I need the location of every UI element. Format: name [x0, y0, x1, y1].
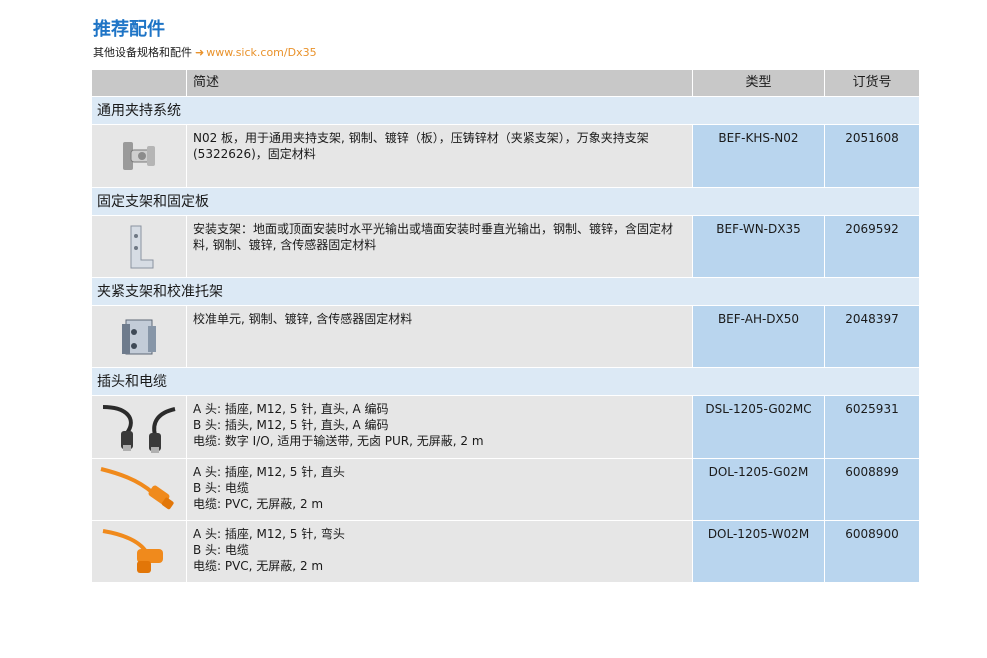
header-type: 类型 [692, 70, 824, 96]
item-description: 校准单元, 钢制、镀锌, 含传感器固定材料 [186, 305, 692, 367]
section-label: 夹紧支架和校准托架 [92, 277, 919, 305]
website-link[interactable]: www.sick.com/Dx35 [206, 46, 316, 59]
table-header-row: 简述 类型 订货号 [92, 70, 919, 96]
header-description: 简述 [186, 70, 692, 96]
item-description: A 头: 插座, M12, 5 针, 弯头 B 头: 电缆 电缆: PVC, 无… [186, 520, 692, 582]
item-type: BEF-AH-DX50 [692, 305, 824, 367]
header-image-cell [92, 70, 186, 96]
orange-straight-cable-image [92, 458, 186, 520]
table-row: A 头: 插座, M12, 5 针, 弯头 B 头: 电缆 电缆: PVC, 无… [92, 520, 919, 582]
section-row: 通用夹持系统 [92, 96, 919, 124]
desc-line: 电缆: 数字 I/O, 适用于输送带, 无卤 PUR, 无屏蔽, 2 m [193, 434, 484, 448]
item-description: 安装支架：地面或顶面安装时水平光输出或墙面安装时垂直光输出，钢制、镀锌，含固定材… [186, 215, 692, 277]
item-description: N02 板，用于通用夹持支架, 钢制、镀锌（板），压铸锌材（夹紧支架），万象夹持… [186, 124, 692, 187]
table-row: 安装支架：地面或顶面安装时水平光输出或墙面安装时垂直光输出，钢制、镀锌，含固定材… [92, 215, 919, 277]
subtitle: 其他设备规格和配件 ➜ www.sick.com/Dx35 [93, 45, 317, 60]
orange-angled-cable-image [92, 520, 186, 582]
item-type: BEF-WN-DX35 [692, 215, 824, 277]
table-row: N02 板，用于通用夹持支架, 钢制、镀锌（板），压铸锌材（夹紧支架），万象夹持… [92, 124, 919, 187]
item-description: A 头: 插座, M12, 5 针, 直头, A 编码 B 头: 插头, M12… [186, 395, 692, 458]
table-row: A 头: 插座, M12, 5 针, 直头 B 头: 电缆 电缆: PVC, 无… [92, 458, 919, 520]
desc-line: B 头: 电缆 [193, 481, 249, 495]
desc-line: A 头: 插座, M12, 5 针, 直头, A 编码 [193, 402, 389, 416]
item-order-no: 2048397 [824, 305, 919, 367]
accessories-table: 简述 类型 订货号 通用夹持系统 N02 板，用于通用夹持支架, 钢制、镀锌（板… [92, 70, 919, 582]
table-row: 校准单元, 钢制、镀锌, 含传感器固定材料 BEF-AH-DX50 204839… [92, 305, 919, 367]
table-row: A 头: 插座, M12, 5 针, 直头, A 编码 B 头: 插头, M12… [92, 395, 919, 458]
item-type: BEF-KHS-N02 [692, 124, 824, 187]
section-label: 插头和电缆 [92, 367, 919, 395]
subtitle-text: 其他设备规格和配件 [93, 46, 192, 59]
desc-line: A 头: 插座, M12, 5 针, 直头 [193, 465, 345, 479]
desc-line: 电缆: PVC, 无屏蔽, 2 m [193, 559, 324, 573]
clamp-bracket-image [92, 124, 186, 187]
section-row: 夹紧支架和校准托架 [92, 277, 919, 305]
item-order-no: 6008900 [824, 520, 919, 582]
item-type: DOL-1205-G02M [692, 458, 824, 520]
mounting-bracket-image [92, 215, 186, 277]
alignment-unit-image [92, 305, 186, 367]
section-label: 固定支架和固定板 [92, 187, 919, 215]
desc-line: A 头: 插座, M12, 5 针, 弯头 [193, 527, 345, 541]
item-order-no: 6025931 [824, 395, 919, 458]
desc-line: B 头: 插头, M12, 5 针, 直头, A 编码 [193, 418, 389, 432]
section-row: 插头和电缆 [92, 367, 919, 395]
page-title: 推荐配件 [93, 19, 165, 40]
item-order-no: 6008899 [824, 458, 919, 520]
section-row: 固定支架和固定板 [92, 187, 919, 215]
desc-line: B 头: 电缆 [193, 543, 249, 557]
header-order-no: 订货号 [824, 70, 919, 96]
item-description: A 头: 插座, M12, 5 针, 直头 B 头: 电缆 电缆: PVC, 无… [186, 458, 692, 520]
black-cable-image [92, 395, 186, 458]
desc-line: 电缆: PVC, 无屏蔽, 2 m [193, 497, 324, 511]
arrow-right-icon: ➜ [195, 46, 205, 59]
item-order-no: 2051608 [824, 124, 919, 187]
item-type: DOL-1205-W02M [692, 520, 824, 582]
section-label: 通用夹持系统 [92, 96, 919, 124]
item-order-no: 2069592 [824, 215, 919, 277]
item-type: DSL-1205-G02MC [692, 395, 824, 458]
